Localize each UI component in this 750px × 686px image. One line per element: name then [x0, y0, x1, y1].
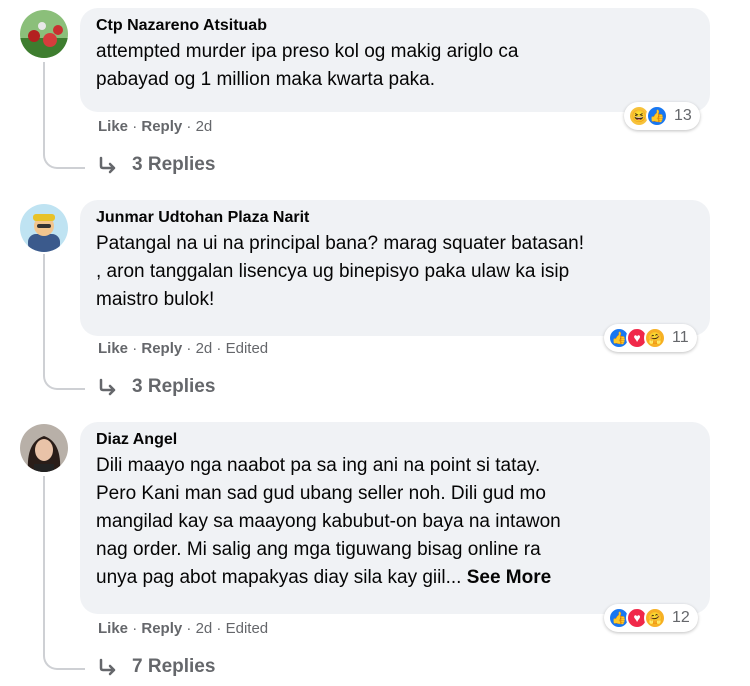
- comment-author[interactable]: Ctp Nazareno Atsituab: [96, 16, 696, 36]
- comment-time[interactable]: 2d: [196, 620, 213, 637]
- like-link[interactable]: Like: [98, 620, 128, 637]
- view-replies-link[interactable]: 7 Replies: [98, 656, 215, 678]
- see-more-link[interactable]: See More: [467, 567, 551, 588]
- comment-bubble: Ctp Nazareno Atsituab attempted murder i…: [80, 8, 710, 112]
- reply-arrow-icon: [99, 378, 116, 396]
- comment-text: Dili maayo nga naabot pa sa ing ani na p…: [96, 455, 561, 588]
- edited-label: Edited: [225, 340, 269, 357]
- view-replies-link[interactable]: 3 Replies: [98, 154, 215, 176]
- like-icon: 👍: [646, 105, 668, 127]
- comment-bubble: Diaz Angel Dili maayo nga naabot pa sa i…: [80, 422, 710, 614]
- reaction-summary[interactable]: 👍 ♥ 🤗 11: [604, 324, 697, 352]
- reaction-count: 11: [672, 329, 689, 346]
- like-link[interactable]: Like: [98, 118, 128, 135]
- edited-label: Edited: [225, 620, 269, 637]
- comment-time[interactable]: 2d: [196, 118, 213, 135]
- comment-bubble: Junmar Udtohan Plaza Narit Patangal na u…: [80, 200, 710, 336]
- reaction-summary[interactable]: 😆 👍 13: [624, 102, 700, 130]
- comment-actions: Like · Reply · 2d · Edited: [98, 620, 269, 637]
- reaction-count: 12: [672, 609, 690, 626]
- reaction-summary[interactable]: 👍 ♥ 🤗 12: [604, 604, 698, 632]
- comment-actions: Like · Reply · 2d · Edited: [98, 340, 269, 357]
- like-link[interactable]: Like: [98, 340, 128, 357]
- reply-arrow-icon: [99, 156, 116, 174]
- comment-time[interactable]: 2d: [196, 340, 213, 357]
- view-replies-link[interactable]: 3 Replies: [98, 376, 215, 398]
- thread-elbow: [43, 648, 85, 670]
- thread-line: [43, 62, 45, 147]
- avatar[interactable]: [20, 10, 68, 58]
- care-icon: 🤗: [644, 607, 666, 629]
- thread-elbow: [43, 147, 85, 169]
- thread-line: [43, 254, 45, 368]
- thread-elbow: [43, 368, 85, 390]
- reaction-count: 13: [674, 107, 692, 124]
- reply-link[interactable]: Reply: [141, 118, 182, 135]
- avatar[interactable]: [20, 424, 68, 472]
- comment-author[interactable]: Diaz Angel: [96, 430, 696, 450]
- care-icon: 🤗: [644, 327, 666, 349]
- reply-link[interactable]: Reply: [141, 620, 182, 637]
- comment-text: attempted murder ipa preso kol og makig …: [96, 41, 519, 90]
- reply-link[interactable]: Reply: [141, 340, 182, 357]
- comment-actions: Like · Reply · 2d: [98, 118, 213, 135]
- comment-text: Patangal na ui na principal bana? marag …: [96, 233, 585, 310]
- comment-author[interactable]: Junmar Udtohan Plaza Narit: [96, 208, 696, 228]
- avatar[interactable]: [20, 204, 68, 252]
- reply-arrow-icon: [99, 658, 116, 676]
- thread-line: [43, 476, 45, 648]
